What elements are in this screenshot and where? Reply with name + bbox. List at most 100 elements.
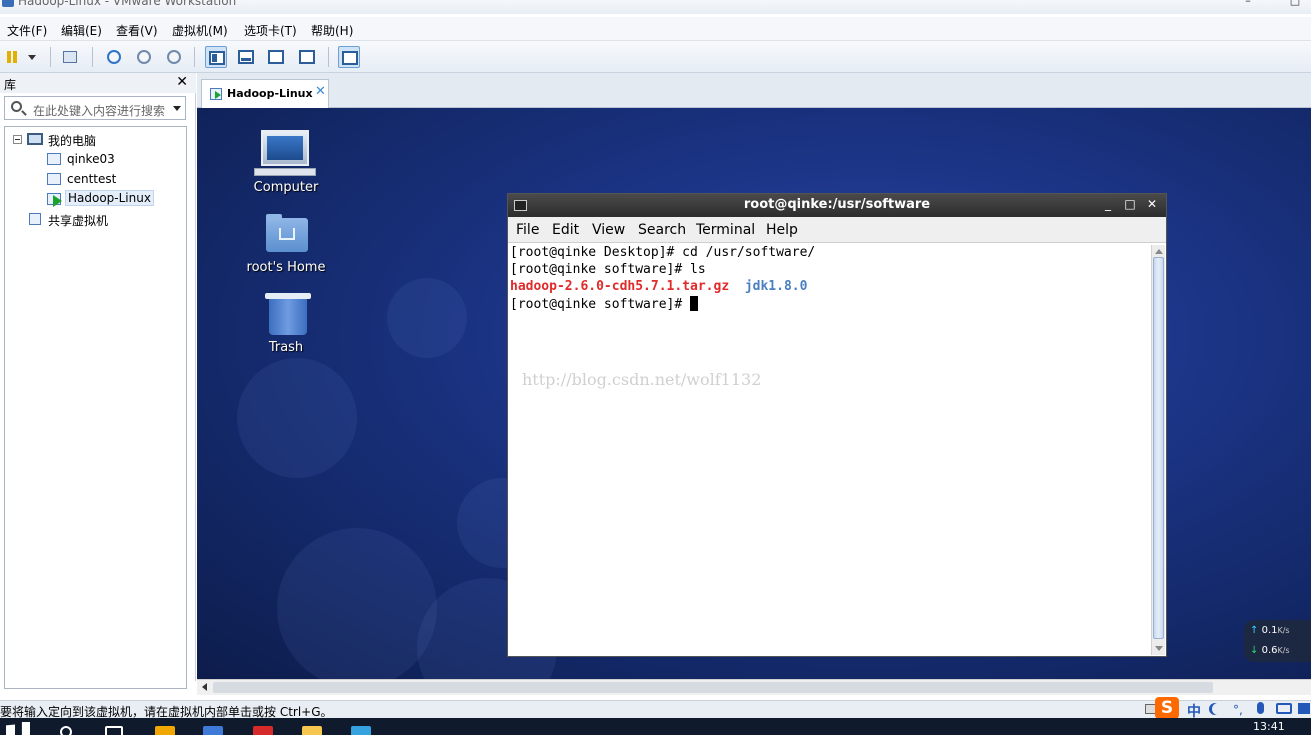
tab-close-button[interactable]: ✕ (315, 84, 326, 99)
library-header: 库 ✕ (0, 73, 196, 93)
search-icon[interactable] (60, 726, 72, 735)
moon-icon[interactable] (1212, 703, 1224, 715)
terminal-prompt: [root@qinke software]# (510, 297, 691, 312)
terminal-menu-edit[interactable]: Edit (552, 222, 579, 238)
window-titlebar[interactable]: Hadoop-Linux - VMware Workstation – □ (0, 0, 1311, 14)
taskbar-explorer-icon[interactable] (302, 726, 322, 735)
tree-item-my-computer[interactable]: 我的电脑 (5, 130, 185, 148)
library-panel: 库 ✕ 在此处键入内容进行搜索 我的电脑 qinke03 centtest Ha… (0, 73, 196, 689)
terminal-output[interactable]: [root@qinke Desktop]# cd /usr/software/ … (510, 245, 1150, 655)
terminal-line: [root@qinke Desktop]# cd /usr/software/ (510, 245, 816, 260)
fullscreen-button[interactable] (265, 46, 287, 68)
toolbar-separator (50, 47, 51, 67)
maximize-button[interactable]: □ (1122, 197, 1138, 213)
console-view-button[interactable] (338, 46, 360, 68)
terminal-scrollbar[interactable] (1151, 245, 1165, 655)
minimize-button[interactable]: – (1238, 0, 1258, 7)
tree-label: 我的电脑 (48, 134, 97, 148)
minimize-button[interactable]: _ (1100, 197, 1116, 213)
taskbar-word-icon[interactable] (203, 726, 223, 735)
desktop-home-icon[interactable]: root's Home (236, 214, 336, 284)
terminal-menu-view[interactable]: View (592, 222, 625, 238)
power-dropdown-button[interactable] (22, 46, 38, 68)
vm-running-icon (210, 88, 222, 100)
upload-speed: ↑ 0.1K/s (1250, 625, 1290, 636)
tree-item-vm[interactable]: qinke03 (5, 150, 185, 168)
taskbar-clock[interactable]: 13:41 (1253, 720, 1285, 733)
thumbnail-bar-button[interactable] (235, 46, 257, 68)
taskbar-app-icon[interactable] (155, 726, 175, 735)
menu-file[interactable]: 文件(F) (7, 22, 47, 39)
tab-hadoop-linux[interactable]: Hadoop-Linux ✕ (201, 79, 329, 108)
tree-label: Hadoop-Linux (65, 190, 154, 206)
sogou-ime-icon[interactable]: S (1155, 697, 1179, 719)
tree-item-vm-selected[interactable]: Hadoop-Linux (5, 190, 185, 208)
scroll-up-icon[interactable] (1155, 249, 1163, 254)
upload-arrow-icon: ↑ (1250, 625, 1259, 636)
terminal-title: root@qinke:/usr/software (743, 197, 931, 212)
revert-icon (137, 50, 151, 64)
download-arrow-icon: ↓ (1250, 645, 1259, 656)
scrollbar-thumb[interactable] (213, 682, 1213, 693)
trash-icon (269, 299, 307, 335)
library-search-input[interactable]: 在此处键入内容进行搜索 (4, 96, 186, 120)
menu-view[interactable]: 查看(V) (116, 22, 158, 39)
search-icon (11, 101, 22, 112)
shared-vm-icon (29, 213, 41, 225)
scrollbar-thumb[interactable] (1153, 257, 1164, 639)
terminal-cursor (690, 296, 699, 311)
terminal-menu-terminal[interactable]: Terminal (696, 222, 755, 238)
collapse-icon[interactable] (13, 135, 22, 144)
taskbar-browser-icon[interactable] (351, 726, 371, 735)
skin-icon[interactable] (1298, 703, 1310, 714)
microphone-icon[interactable] (1257, 702, 1264, 714)
watermark: http://blog.csdn.net/wolf1132 (522, 370, 762, 389)
scroll-down-icon[interactable] (1155, 646, 1163, 651)
desktop-trash-icon[interactable]: Trash (236, 293, 336, 363)
menu-edit[interactable]: 编辑(E) (61, 22, 102, 39)
background-bubble (277, 528, 437, 679)
show-library-button[interactable] (205, 46, 227, 68)
library-close-button[interactable]: ✕ (176, 74, 188, 90)
punctuation-icon[interactable]: °, (1233, 703, 1243, 717)
toolbar-separator (328, 47, 329, 67)
windows-taskbar: 13:41 (0, 718, 1311, 735)
terminal-line-ls-output: hadoop-2.6.0-cdh5.7.1.tar.gz jdk1.8.0 (510, 279, 807, 296)
revert-snapshot-button[interactable] (133, 46, 155, 68)
maximize-button[interactable]: □ (1285, 0, 1305, 7)
network-button[interactable] (59, 46, 81, 68)
snapshot-manager-button[interactable] (163, 46, 185, 68)
chevron-down-icon[interactable] (173, 106, 181, 111)
horizontal-scrollbar[interactable] (197, 679, 1311, 695)
terminal-titlebar[interactable]: root@qinke:/usr/software _ □ ✕ (508, 194, 1166, 217)
status-bar: 要将输入定向到该虚拟机，请在虚拟机内部单击或按 Ctrl+G。 S 中 °, (0, 697, 1311, 720)
vm-desktop[interactable]: Computer root's Home Trash root@qinke:/u… (197, 108, 1311, 679)
vm-tab-strip: Hadoop-Linux ✕ (197, 73, 1311, 108)
keyboard-icon[interactable] (1276, 703, 1292, 714)
terminal-menu-help[interactable]: Help (766, 222, 798, 238)
unity-button[interactable] (296, 46, 318, 68)
toolbar (0, 41, 1311, 73)
tree-item-vm[interactable]: centtest (5, 170, 185, 188)
vmware-app-icon (2, 0, 14, 7)
terminal-menubar: File Edit View Search Terminal Help (508, 217, 1166, 243)
desktop-computer-icon[interactable]: Computer (236, 130, 336, 200)
chevron-down-icon (28, 55, 36, 60)
taskbar-foxit-icon[interactable] (253, 726, 273, 735)
background-bubble (387, 278, 467, 358)
menu-vm[interactable]: 虚拟机(M) (172, 22, 228, 39)
close-button[interactable]: ✕ (1144, 197, 1160, 213)
scroll-left-icon[interactable] (202, 683, 207, 691)
background-bubble (237, 358, 357, 478)
tree-item-shared-vms[interactable]: 共享虚拟机 (5, 210, 185, 228)
network-speed-widget[interactable]: ↑ 0.1K/s ↓ 0.6K/s (1244, 620, 1311, 662)
task-view-icon[interactable] (105, 726, 123, 735)
terminal-menu-search[interactable]: Search (638, 222, 686, 238)
snapshot-manager-icon (167, 50, 181, 64)
terminal-window[interactable]: root@qinke:/usr/software _ □ ✕ File Edit… (507, 193, 1167, 657)
menu-tabs[interactable]: 选项卡(T) (244, 22, 297, 39)
terminal-menu-file[interactable]: File (516, 222, 539, 238)
take-snapshot-button[interactable] (103, 46, 125, 68)
power-pause-button[interactable] (2, 46, 24, 68)
menu-help[interactable]: 帮助(H) (311, 22, 353, 39)
